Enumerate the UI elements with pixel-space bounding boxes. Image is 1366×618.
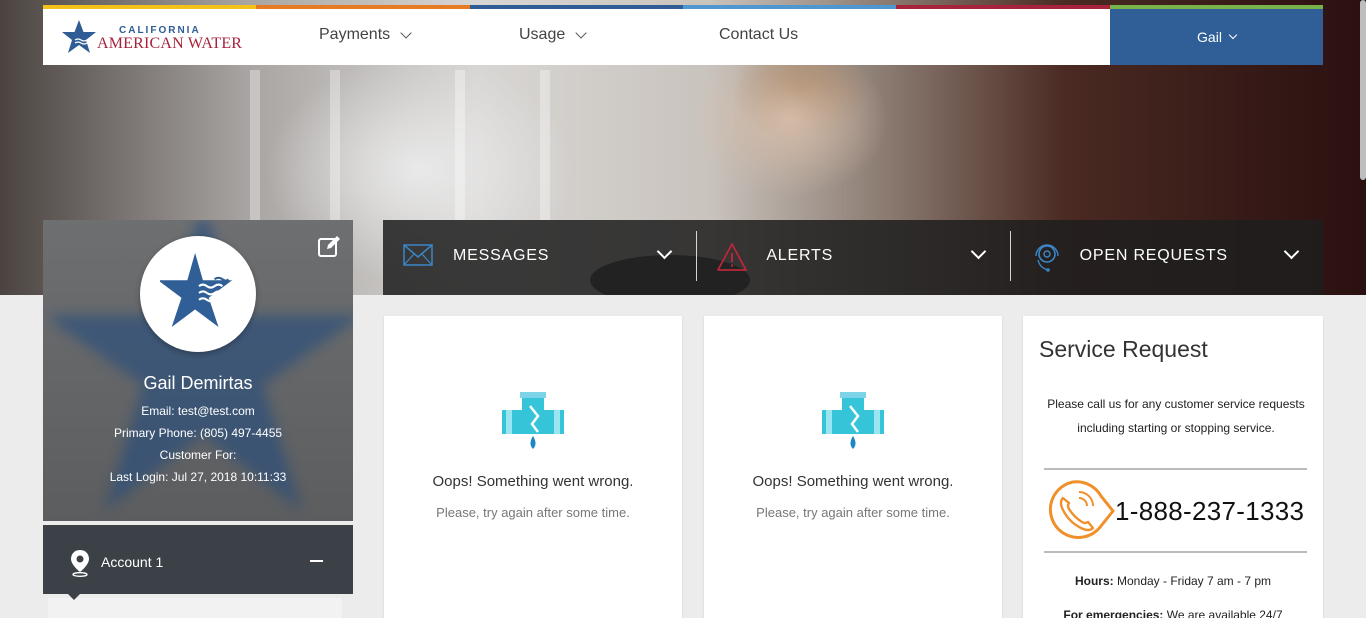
account-accordion-header[interactable]: Account 1 xyxy=(43,525,353,600)
divider xyxy=(1044,468,1307,470)
chevron-down-icon[interactable] xyxy=(970,243,986,260)
dash-label: MESSAGES xyxy=(453,247,550,264)
user-menu-button[interactable]: Gail xyxy=(1110,9,1323,65)
avatar xyxy=(140,236,256,352)
logo-star-icon xyxy=(62,20,96,53)
error-title: Oops! Something went wrong. xyxy=(752,473,954,490)
warning-icon xyxy=(717,243,748,271)
support-icon xyxy=(1034,244,1059,272)
service-request-card: Service Request Please call us for any c… xyxy=(1023,316,1323,618)
profile-last-login: Last Login: Jul 27, 2018 10:11:33 xyxy=(109,470,287,484)
envelope-icon xyxy=(403,244,433,266)
error-card-1: Oops! Something went wrong. Please, try … xyxy=(384,316,682,618)
chevron-down-icon xyxy=(1228,30,1238,40)
page-scrollbar[interactable] xyxy=(1360,0,1366,180)
dash-messages[interactable]: MESSAGES xyxy=(383,220,696,295)
broken-pipe-icon xyxy=(822,392,884,449)
color-segment-3 xyxy=(469,5,683,9)
service-phone-number[interactable]: 1-888-237-1333 xyxy=(1115,496,1304,527)
emergency-value: We are available 24/7 xyxy=(1166,608,1283,618)
chevron-down-icon xyxy=(400,27,412,39)
chevron-down-icon[interactable] xyxy=(657,243,673,260)
color-segment-2 xyxy=(256,5,470,9)
color-segment-6 xyxy=(1109,5,1323,9)
chevron-down-icon xyxy=(575,27,587,39)
emergency-label: For emergencies: xyxy=(1063,608,1164,618)
error-message: Please, try again after some time. xyxy=(436,505,630,520)
error-message: Please, try again after some time. xyxy=(756,505,950,520)
color-segment-1 xyxy=(43,5,257,9)
edit-icon[interactable] xyxy=(317,234,341,258)
dashboard-bar: MESSAGES ALERTS OPEN REQUESTS xyxy=(383,220,1323,295)
profile-email: Email: test@test.com xyxy=(141,404,255,418)
account-detail-row[interactable] xyxy=(48,598,342,618)
account-label: Account 1 xyxy=(101,554,164,570)
divider xyxy=(1044,551,1307,553)
nav-item-payments[interactable]: Payments xyxy=(319,26,412,44)
hours-value: Monday - Friday 7 am - 7 pm xyxy=(1116,574,1272,588)
hours-label: Hours: xyxy=(1074,574,1114,588)
service-request-title: Service Request xyxy=(1039,336,1208,362)
profile-name: Gail Demirtas xyxy=(143,373,253,393)
service-hours: Hours: Monday - Friday 7 am - 7 pm xyxy=(1023,574,1323,588)
dash-open-requests[interactable]: OPEN REQUESTS xyxy=(1009,220,1323,295)
brand-color-bar xyxy=(43,5,1323,9)
phone-icon xyxy=(1048,480,1115,539)
nav-item-usage[interactable]: Usage xyxy=(519,26,587,44)
chevron-down-icon[interactable] xyxy=(1283,243,1300,260)
water-star-icon xyxy=(160,252,233,328)
top-navigation: CALIFORNIA AMERICAN WATER Payments Usage… xyxy=(43,9,1323,65)
service-emergency: For emergencies: We are available 24/7 xyxy=(1023,608,1323,618)
color-segment-4 xyxy=(682,5,897,9)
location-pin-icon xyxy=(71,550,89,577)
dash-label: OPEN REQUESTS xyxy=(1079,247,1228,264)
broken-pipe-icon xyxy=(502,392,564,449)
error-title: Oops! Something went wrong. xyxy=(432,473,634,490)
color-segment-5 xyxy=(896,5,1110,9)
dash-label: ALERTS xyxy=(766,247,834,264)
profile-phone: Primary Phone: (805) 497-4455 xyxy=(113,426,283,440)
dash-alerts[interactable]: ALERTS xyxy=(696,220,1009,295)
accordion-caret xyxy=(68,594,80,600)
nav-item-contact-us[interactable]: Contact Us xyxy=(719,26,798,44)
service-request-description: Please call us for any customer service … xyxy=(1047,397,1305,435)
company-logo[interactable]: CALIFORNIA AMERICAN WATER xyxy=(61,17,243,57)
profile-customer-for: Customer For: xyxy=(159,448,237,462)
nav-label: Payments xyxy=(319,26,391,43)
profile-card: Gail Demirtas Email: test@test.com Prima… xyxy=(43,220,353,521)
nav-label: Contact Us xyxy=(719,26,799,43)
user-name: Gail xyxy=(1197,29,1222,45)
error-card-2: Oops! Something went wrong. Please, try … xyxy=(704,316,1002,618)
collapse-minus-icon[interactable] xyxy=(310,560,323,562)
nav-label: Usage xyxy=(519,26,566,43)
logo-line2: AMERICAN WATER xyxy=(97,35,243,52)
